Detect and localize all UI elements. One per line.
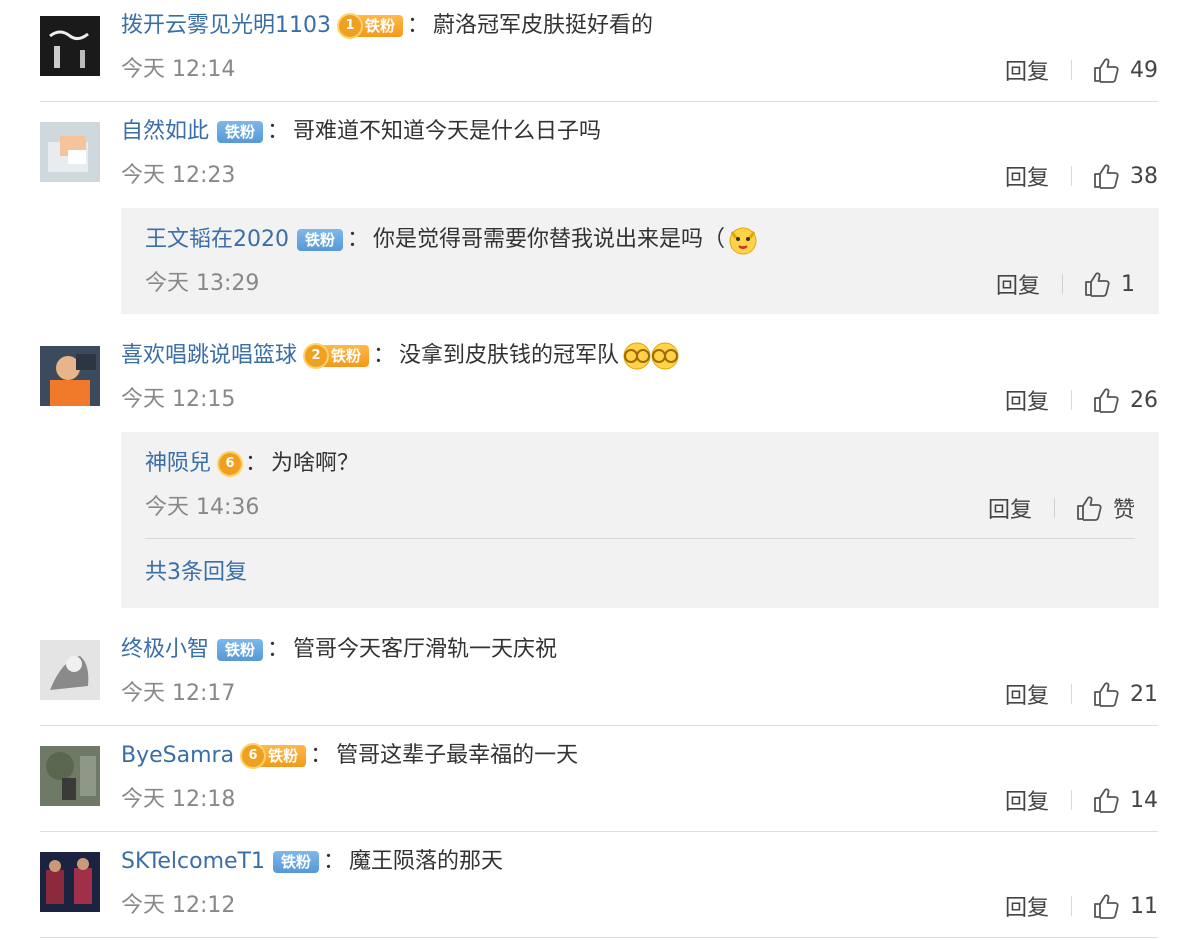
dog-face-emoji	[727, 224, 759, 256]
comment-actions: 回复 赞	[988, 493, 1135, 523]
avatar[interactable]	[40, 122, 100, 182]
timestamp: 今天 12:23	[121, 163, 236, 188]
fan-badge-label: 铁粉	[217, 121, 264, 143]
username[interactable]: 终极小智	[121, 634, 209, 666]
timestamp: 今天 12:12	[121, 893, 236, 918]
comment-actions: 回复 38	[1005, 160, 1158, 192]
like-count[interactable]: 14	[1130, 788, 1158, 813]
reply-button[interactable]: 回复	[988, 492, 1032, 524]
comment-actions: 回复 49	[1005, 54, 1158, 86]
like-count[interactable]: 1	[1121, 272, 1135, 297]
fan-badge: 6	[219, 452, 242, 476]
avatar[interactable]	[40, 640, 100, 700]
like-count[interactable]: 26	[1130, 388, 1158, 413]
fan-badge-label: 铁粉	[297, 229, 344, 251]
timestamp: 今天 12:18	[121, 787, 236, 812]
username[interactable]: 神陨兒	[145, 448, 211, 480]
thumbs-up-icon[interactable]	[1092, 680, 1120, 708]
fan-badge: 6 铁粉	[242, 744, 307, 768]
avatar[interactable]	[40, 346, 100, 406]
fan-badge: 铁粉	[217, 638, 264, 662]
like-count[interactable]: 21	[1130, 682, 1158, 707]
thumbs-up-icon[interactable]	[1092, 786, 1120, 814]
reply-button[interactable]: 回复	[1005, 384, 1049, 416]
fan-level: 6	[242, 745, 265, 767]
thumbs-up-icon[interactable]	[1092, 162, 1120, 190]
thumbs-up-icon[interactable]	[1092, 56, 1120, 84]
divider	[1071, 390, 1072, 410]
username[interactable]: 王文韬在2020	[145, 224, 289, 256]
username[interactable]: 拨开云雾见光明1103	[121, 10, 331, 42]
like-count[interactable]: 38	[1130, 164, 1158, 189]
comment-actions: 回复 1	[996, 268, 1135, 300]
divider	[40, 725, 1158, 726]
fan-level: 6	[219, 453, 242, 475]
more-replies-link[interactable]: 共3条回复	[145, 558, 247, 588]
fan-badge: 铁粉	[217, 120, 264, 144]
fan-badge-label: 铁粉	[217, 639, 264, 661]
like-label[interactable]: 赞	[1113, 492, 1135, 524]
fan-badge: 铁粉	[273, 850, 320, 874]
divider	[40, 937, 1158, 938]
comment-text: 管哥今天客厅滑轨一天庆祝	[293, 637, 558, 662]
reply-button[interactable]: 回复	[1005, 890, 1049, 922]
avatar[interactable]	[40, 746, 100, 806]
divider	[1062, 274, 1063, 294]
fan-badge: 铁粉	[297, 228, 344, 252]
comment-text: 管哥这辈子最幸福的一天	[336, 743, 579, 768]
comment-actions: 回复 14	[1005, 784, 1158, 816]
like-count[interactable]: 49	[1130, 58, 1158, 83]
timestamp: 今天 14:36	[145, 495, 260, 520]
divider	[40, 101, 1158, 102]
fan-badge: 1 铁粉	[339, 14, 404, 38]
avatar[interactable]	[40, 16, 100, 76]
timestamp: 今天 12:17	[121, 681, 236, 706]
thumbs-up-icon[interactable]	[1083, 270, 1111, 298]
timestamp: 今天 12:14	[121, 57, 236, 82]
reply-button[interactable]: 回复	[996, 268, 1040, 300]
reply-button[interactable]: 回复	[1005, 160, 1049, 192]
comment-text: 魔王陨落的那天	[349, 849, 504, 874]
reply-button[interactable]: 回复	[1005, 678, 1049, 710]
comment-actions: 回复 26	[1005, 384, 1158, 416]
avatar[interactable]	[40, 852, 100, 912]
divider	[145, 538, 1135, 539]
comment-text: 哥难道不知道今天是什么日子吗	[293, 119, 602, 144]
username[interactable]: 喜欢唱跳说唱篮球	[121, 340, 297, 372]
comment-text: 蔚洛冠军皮肤挺好看的	[433, 13, 654, 38]
reply-box: 王文韬在2020 铁粉 ： 你是觉得哥需要你替我说出来是吗（ 今天 13:29 …	[121, 208, 1159, 314]
comment-text: 没拿到皮肤钱的冠军队	[399, 343, 620, 368]
comment-actions: 回复 11	[1005, 890, 1158, 922]
divider	[1071, 60, 1072, 80]
fan-level: 2	[305, 345, 328, 367]
divider	[1071, 790, 1072, 810]
thumbs-up-icon[interactable]	[1075, 494, 1103, 522]
timestamp: 今天 12:15	[121, 387, 236, 412]
divider	[40, 831, 1158, 832]
comment-text: 你是觉得哥需要你替我说出来是吗（	[373, 227, 726, 252]
ok-hand-emoji	[649, 340, 681, 372]
username[interactable]: SKTelcomeT1	[121, 846, 265, 878]
fan-badge: 2 铁粉	[305, 344, 370, 368]
comment-actions: 回复 21	[1005, 678, 1158, 710]
reply-box: 神陨兒 6 ： 为啥啊？ 今天 14:36 回复 赞 共3条回复	[121, 432, 1159, 608]
divider	[1053, 498, 1055, 518]
timestamp: 今天 13:29	[145, 271, 260, 296]
divider	[1071, 166, 1072, 186]
fan-badge-label: 铁粉	[273, 851, 320, 873]
like-count[interactable]: 11	[1130, 894, 1158, 919]
thumbs-up-icon[interactable]	[1092, 892, 1120, 920]
reply-button[interactable]: 回复	[1005, 784, 1049, 816]
username[interactable]: 自然如此	[121, 116, 209, 148]
divider	[1071, 896, 1072, 916]
thumbs-up-icon[interactable]	[1092, 386, 1120, 414]
username[interactable]: ByeSamra	[121, 740, 234, 772]
divider	[1071, 684, 1072, 704]
comment-text: 为啥啊？	[271, 451, 360, 476]
reply-button[interactable]: 回复	[1005, 54, 1049, 86]
fan-level: 1	[339, 15, 361, 37]
